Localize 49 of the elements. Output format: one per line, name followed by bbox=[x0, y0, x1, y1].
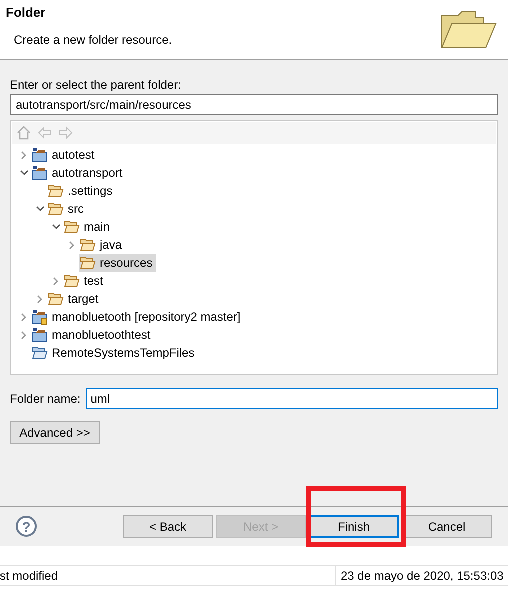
folder-icon bbox=[64, 274, 80, 288]
folder-icon bbox=[440, 10, 498, 50]
tree-item[interactable]: resources bbox=[79, 254, 156, 272]
folder-name-field[interactable]: uml bbox=[86, 388, 498, 409]
project-icon bbox=[32, 309, 48, 325]
dialog-title: Folder bbox=[6, 4, 47, 22]
tree-item[interactable]: RemoteSystemsTempFiles bbox=[31, 344, 198, 362]
chevron-right-icon[interactable] bbox=[21, 330, 27, 340]
tree-item[interactable]: manobluetoothtest bbox=[31, 326, 154, 344]
folder-icon bbox=[48, 202, 64, 216]
folder-icon bbox=[48, 292, 64, 306]
tree-item[interactable]: java bbox=[79, 236, 126, 254]
chevron-down-icon[interactable] bbox=[36, 206, 44, 212]
tree-item[interactable]: target bbox=[47, 290, 102, 308]
chevron-down-icon[interactable] bbox=[52, 224, 60, 230]
back-arrow-icon[interactable] bbox=[37, 125, 53, 141]
chevron-right-icon[interactable] bbox=[21, 312, 27, 322]
back-button[interactable]: < Back bbox=[123, 515, 213, 538]
chevron-right-icon[interactable] bbox=[21, 150, 27, 160]
advanced-button[interactable]: Advanced >> bbox=[10, 421, 100, 444]
home-icon[interactable] bbox=[16, 125, 32, 141]
parent-folder-field[interactable]: autotransport/src/main/resources bbox=[10, 94, 498, 115]
chevron-right-icon[interactable] bbox=[53, 276, 59, 286]
property-cell-text: st modified bbox=[0, 568, 58, 584]
dialog-description: Create a new folder resource. bbox=[13, 32, 172, 48]
chevron-right-icon[interactable] bbox=[69, 240, 75, 250]
finish-button[interactable]: Finish bbox=[309, 515, 399, 538]
value-cell-text: 23 de mayo de 2020, 15:53:03 bbox=[341, 568, 504, 584]
folder-icon bbox=[32, 346, 48, 360]
tree-item[interactable]: manobluetooth [repository2 master] bbox=[31, 308, 244, 326]
tree-item[interactable]: main bbox=[63, 218, 114, 236]
tree-item[interactable]: src bbox=[47, 200, 87, 218]
chevron-down-icon[interactable] bbox=[20, 170, 28, 176]
forward-arrow-icon[interactable] bbox=[58, 125, 74, 141]
field-label: Enter or select the parent folder: bbox=[10, 77, 182, 94]
project-icon bbox=[32, 327, 48, 343]
tree-item[interactable]: .settings bbox=[47, 182, 116, 200]
tree-item[interactable]: autotest bbox=[31, 146, 98, 164]
folder-icon bbox=[64, 220, 80, 234]
project-icon bbox=[32, 147, 48, 163]
folder-icon bbox=[48, 184, 64, 198]
chevron-right-icon[interactable] bbox=[37, 294, 43, 304]
tree-item[interactable]: test bbox=[63, 272, 106, 290]
folder-icon bbox=[80, 256, 96, 270]
help-button[interactable]: ? bbox=[16, 516, 37, 537]
project-icon bbox=[32, 165, 48, 181]
field-label: Folder name: bbox=[10, 390, 81, 408]
tree-item[interactable]: autotransport bbox=[31, 164, 126, 182]
folder-icon bbox=[80, 238, 96, 252]
